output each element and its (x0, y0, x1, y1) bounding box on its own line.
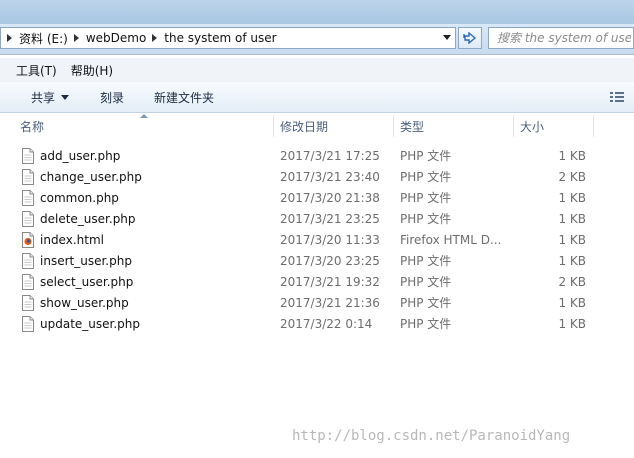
burn-button[interactable]: 刻录 (100, 89, 124, 106)
php-file-icon (22, 169, 34, 185)
breadcrumb-separator-icon[interactable] (7, 34, 12, 42)
chevron-down-icon (61, 94, 70, 100)
file-size: 2 KB (558, 170, 586, 184)
file-name: update_user.php (40, 317, 141, 331)
file-modified-date: 2017/3/20 21:38 (280, 191, 380, 205)
menu-help[interactable]: 帮助(H) (71, 62, 113, 79)
file-type: PHP 文件 (400, 296, 452, 310)
file-modified-date: 2017/3/21 19:32 (280, 275, 380, 289)
column-header-type[interactable]: 类型 (400, 113, 424, 139)
column-divider[interactable] (273, 115, 274, 137)
address-row: 资料 (E:) webDemo the system of user (0, 24, 634, 55)
column-header-date[interactable]: 修改日期 (280, 113, 328, 139)
file-modified-date: 2017/3/20 23:25 (280, 254, 380, 268)
file-row[interactable]: delete_user.php 2017/3/21 23:25 PHP 文件 1 KB (0, 209, 634, 230)
breadcrumb: 资料 (E:) webDemo the system of user (1, 30, 277, 47)
file-size: 1 KB (558, 149, 586, 163)
file-name: insert_user.php (40, 254, 132, 268)
refresh-icon (463, 32, 477, 44)
file-type: PHP 文件 (400, 275, 452, 289)
column-header-row: 名称 修改日期 类型 大小 (0, 113, 634, 139)
address-bar[interactable]: 资料 (E:) webDemo the system of user (0, 27, 456, 49)
file-modified-date: 2017/3/21 23:40 (280, 170, 380, 184)
column-divider[interactable] (513, 115, 514, 137)
file-name: delete_user.php (40, 212, 136, 226)
file-list: add_user.php 2017/3/21 17:25 PHP 文件 1 KB cha… (0, 146, 634, 335)
watermark: http://blog.csdn.net/ParanoidYang (292, 428, 571, 444)
breadcrumb-webdemo[interactable]: webDemo (86, 31, 146, 45)
file-row[interactable]: insert_user.php 2017/3/20 23:25 PHP 文件 1 KB (0, 251, 634, 272)
file-name: add_user.php (40, 149, 121, 163)
file-type: PHP 文件 (400, 191, 452, 205)
file-modified-date: 2017/3/21 21:36 (280, 296, 380, 310)
file-name: show_user.php (40, 296, 129, 310)
breadcrumb-drive[interactable]: 资料 (E:) (19, 30, 68, 47)
file-row[interactable]: change_user.php 2017/3/21 23:40 PHP 文件 2 KB (0, 167, 634, 188)
search-box[interactable] (488, 27, 634, 49)
column-divider[interactable] (393, 115, 394, 137)
window-title-bar (0, 0, 634, 24)
file-type: PHP 文件 (400, 149, 452, 163)
file-modified-date: 2017/3/21 17:25 (280, 149, 380, 163)
column-header-size[interactable]: 大小 (520, 113, 544, 139)
file-size: 2 KB (558, 275, 586, 289)
php-file-icon (22, 253, 34, 269)
column-header-name[interactable]: 名称 (20, 113, 44, 139)
file-type: PHP 文件 (400, 317, 452, 331)
sort-ascending-icon (140, 114, 148, 118)
file-type: PHP 文件 (400, 170, 452, 184)
file-size: 1 KB (558, 233, 586, 247)
php-file-icon (22, 316, 34, 332)
file-size: 1 KB (558, 296, 586, 310)
address-history-dropdown-icon[interactable] (443, 35, 451, 40)
breadcrumb-current-folder[interactable]: the system of user (164, 31, 276, 45)
file-modified-date: 2017/3/22 0:14 (280, 317, 373, 331)
file-row[interactable]: update_user.php 2017/3/22 0:14 PHP 文件 1 KB (0, 314, 634, 335)
firefox-html-file-icon (22, 232, 34, 248)
php-file-icon (22, 211, 34, 227)
php-file-icon (22, 148, 34, 164)
file-row[interactable]: common.php 2017/3/20 21:38 PHP 文件 1 KB (0, 188, 634, 209)
file-modified-date: 2017/3/20 11:33 (280, 233, 380, 247)
share-label: 共享 (31, 90, 56, 105)
file-size: 1 KB (558, 191, 586, 205)
menu-bar: 工具(T) 帮助(H) (0, 58, 634, 82)
file-type: PHP 文件 (400, 254, 452, 268)
file-modified-date: 2017/3/21 23:25 (280, 212, 380, 226)
file-size: 1 KB (558, 317, 586, 331)
new-folder-button[interactable]: 新建文件夹 (154, 89, 214, 106)
command-toolbar: 共享 刻录 新建文件夹 (0, 82, 634, 113)
file-size: 1 KB (558, 212, 586, 226)
file-row[interactable]: add_user.php 2017/3/21 17:25 PHP 文件 1 KB (0, 146, 634, 167)
share-button[interactable]: 共享 (31, 89, 70, 106)
breadcrumb-separator-icon[interactable] (73, 34, 79, 42)
file-row[interactable]: index.html 2017/3/20 11:33 Firefox HTML D.… (0, 230, 634, 251)
file-type: Firefox HTML D... (400, 233, 502, 247)
php-file-icon (22, 295, 34, 311)
file-row[interactable]: select_user.php 2017/3/21 19:32 PHP 文件 2 KB (0, 272, 634, 293)
file-name: index.html (40, 233, 104, 247)
column-divider[interactable] (593, 115, 594, 137)
file-name: change_user.php (40, 170, 142, 184)
php-file-icon (22, 274, 34, 290)
php-file-icon (22, 190, 34, 206)
search-input[interactable] (497, 31, 631, 45)
file-row[interactable]: show_user.php 2017/3/21 21:36 PHP 文件 1 KB (0, 293, 634, 314)
breadcrumb-separator-icon[interactable] (152, 34, 158, 42)
file-name: select_user.php (40, 275, 134, 289)
change-view-icon[interactable] (610, 91, 624, 103)
refresh-button[interactable] (458, 27, 482, 49)
file-size: 1 KB (558, 254, 586, 268)
menu-tools[interactable]: 工具(T) (16, 62, 57, 79)
file-type: PHP 文件 (400, 212, 452, 226)
file-name: common.php (40, 191, 119, 205)
